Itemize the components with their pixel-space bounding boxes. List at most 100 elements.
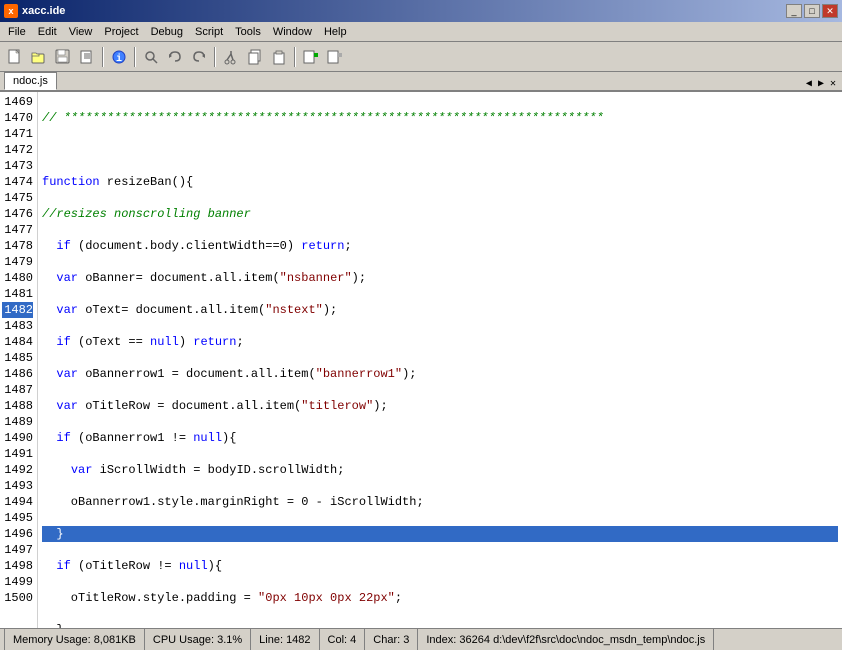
code-line: if (oBannerrow1 != null){ xyxy=(42,430,838,446)
line-number: 1469 xyxy=(2,94,33,110)
close-button[interactable]: ✕ xyxy=(822,4,838,18)
line-number: 1493 xyxy=(2,478,33,494)
status-bar: Memory Usage: 8,081KB CPU Usage: 3.1% Li… xyxy=(0,628,842,650)
line-number: 1472 xyxy=(2,142,33,158)
title-bar: x xacc.ide _ □ ✕ xyxy=(0,0,842,22)
toolbar-info-button[interactable]: i xyxy=(108,46,130,68)
toolbar-copy-button[interactable] xyxy=(244,46,266,68)
tab-next-button[interactable]: ▶ xyxy=(816,78,826,90)
code-line: if (oText == null) return; xyxy=(42,334,838,350)
line-number: 1477 xyxy=(2,222,33,238)
toolbar-paste-button[interactable] xyxy=(268,46,290,68)
line-number: 1470 xyxy=(2,110,33,126)
toolbar-run-button[interactable] xyxy=(300,46,322,68)
code-editor[interactable]: // *************************************… xyxy=(38,92,842,628)
menu-project[interactable]: Project xyxy=(98,24,144,40)
toolbar-save-button[interactable] xyxy=(52,46,74,68)
line-number: 1483 xyxy=(2,318,33,334)
line-number: 1473 xyxy=(2,158,33,174)
code-line-highlighted: } xyxy=(42,526,838,542)
line-number: 1498 xyxy=(2,558,33,574)
maximize-button[interactable]: □ xyxy=(804,4,820,18)
title-controls[interactable]: _ □ ✕ xyxy=(786,4,838,18)
menu-tools[interactable]: Tools xyxy=(229,24,267,40)
toolbar-undo-button[interactable] xyxy=(164,46,186,68)
status-line: Line: 1482 xyxy=(251,629,319,650)
toolbar-separator-2 xyxy=(134,47,136,67)
toolbar-find-button[interactable] xyxy=(140,46,162,68)
line-number: 1487 xyxy=(2,382,33,398)
code-line: oTitleRow.style.padding = "0px 10px 0px … xyxy=(42,590,838,606)
status-col: Col: 4 xyxy=(320,629,366,650)
line-number: 1474 xyxy=(2,174,33,190)
minimize-button[interactable]: _ xyxy=(786,4,802,18)
line-number: 1488 xyxy=(2,398,33,414)
line-number: 1497 xyxy=(2,542,33,558)
line-number: 1500 xyxy=(2,590,33,606)
code-line: var oBanner= document.all.item("nsbanner… xyxy=(42,270,838,286)
code-line: oBannerrow1.style.marginRight = 0 - iScr… xyxy=(42,494,838,510)
code-line: function resizeBan(){ xyxy=(42,174,838,190)
line-number: 1496 xyxy=(2,526,33,542)
code-line: var oTitleRow = document.all.item("title… xyxy=(42,398,838,414)
status-char: Char: 3 xyxy=(365,629,418,650)
toolbar-cut-button[interactable] xyxy=(220,46,242,68)
window-title: xacc.ide xyxy=(22,5,65,17)
toolbar-close-button[interactable] xyxy=(76,46,98,68)
tab-bar: ndoc.js ◀ ▶ ✕ xyxy=(0,72,842,92)
code-line: if (document.body.clientWidth==0) return… xyxy=(42,238,838,254)
line-number: 1499 xyxy=(2,574,33,590)
menu-view[interactable]: View xyxy=(63,24,99,40)
tab-prev-button[interactable]: ◀ xyxy=(804,78,814,90)
menu-script[interactable]: Script xyxy=(189,24,229,40)
line-number: 1489 xyxy=(2,414,33,430)
code-line: // *************************************… xyxy=(42,110,838,126)
status-index: Index: 36264 d:\dev\f2f\src\doc\ndoc_msd… xyxy=(418,629,714,650)
toolbar: i xyxy=(0,42,842,72)
line-number: 1494 xyxy=(2,494,33,510)
menu-debug[interactable]: Debug xyxy=(145,24,189,40)
code-line: } xyxy=(42,622,838,628)
tab-navigation: ◀ ▶ ✕ xyxy=(804,78,838,90)
toolbar-redo-button[interactable] xyxy=(188,46,210,68)
editor-container: 1469 1470 1471 1472 1473 1474 1475 1476 … xyxy=(0,92,842,628)
code-line xyxy=(42,142,838,158)
toolbar-separator-4 xyxy=(294,47,296,67)
svg-text:i: i xyxy=(116,53,122,65)
line-number: 1475 xyxy=(2,190,33,206)
toolbar-debug-button[interactable] xyxy=(324,46,346,68)
line-number: 1491 xyxy=(2,446,33,462)
menu-help[interactable]: Help xyxy=(318,24,353,40)
code-line: var oBannerrow1 = document.all.item("ban… xyxy=(42,366,838,382)
toolbar-new-button[interactable] xyxy=(4,46,26,68)
status-memory: Memory Usage: 8,081KB xyxy=(4,629,145,650)
line-numbers: 1469 1470 1471 1472 1473 1474 1475 1476 … xyxy=(0,92,38,628)
app-icon: x xyxy=(4,4,18,18)
toolbar-open-button[interactable] xyxy=(28,46,50,68)
editor-tab-ndocjs[interactable]: ndoc.js xyxy=(4,72,57,90)
menu-edit[interactable]: Edit xyxy=(32,24,63,40)
line-number: 1481 xyxy=(2,286,33,302)
toolbar-separator-1 xyxy=(102,47,104,67)
line-number: 1486 xyxy=(2,366,33,382)
line-number: 1480 xyxy=(2,270,33,286)
menu-bar: File Edit View Project Debug Script Tool… xyxy=(0,22,842,42)
menu-window[interactable]: Window xyxy=(267,24,318,40)
toolbar-separator-3 xyxy=(214,47,216,67)
code-line: if (oTitleRow != null){ xyxy=(42,558,838,574)
line-number: 1484 xyxy=(2,334,33,350)
line-number: 1495 xyxy=(2,510,33,526)
menu-file[interactable]: File xyxy=(2,24,32,40)
line-number-highlighted: 1482 xyxy=(2,302,33,318)
status-cpu: CPU Usage: 3.1% xyxy=(145,629,251,650)
line-number: 1490 xyxy=(2,430,33,446)
code-line: //resizes nonscrolling banner xyxy=(42,206,838,222)
code-line: var oText= document.all.item("nstext"); xyxy=(42,302,838,318)
tab-close-button[interactable]: ✕ xyxy=(828,78,838,90)
title-bar-text: x xacc.ide xyxy=(4,4,65,18)
line-number: 1478 xyxy=(2,238,33,254)
line-number: 1485 xyxy=(2,350,33,366)
line-number: 1476 xyxy=(2,206,33,222)
code-line: var iScrollWidth = bodyID.scrollWidth; xyxy=(42,462,838,478)
line-number: 1492 xyxy=(2,462,33,478)
